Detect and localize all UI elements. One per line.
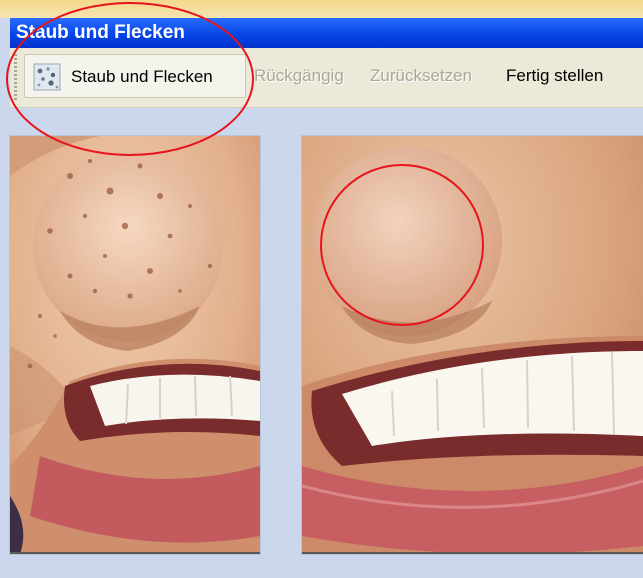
toolbar: Staub und Flecken Rückgängig Zurücksetze… (10, 48, 643, 108)
dust-spots-filter-icon (33, 63, 61, 91)
toolbar-grip[interactable] (14, 54, 17, 100)
reset-button[interactable]: Zurücksetzen (370, 54, 472, 98)
after-image-border (302, 552, 643, 554)
dialog-title: Staub und Flecken (16, 22, 185, 43)
dust-and-spots-label: Staub und Flecken (71, 67, 213, 86)
dialog-title-bar: Staub und Flecken (10, 18, 643, 48)
undo-button[interactable]: Rückgängig (254, 54, 344, 98)
before-image-border (10, 552, 260, 554)
after-preview-image (302, 136, 643, 554)
finish-button[interactable]: Fertig stellen (506, 54, 603, 98)
dust-and-spots-button[interactable]: Staub und Flecken (24, 54, 246, 98)
before-preview-image (10, 136, 260, 554)
top-strip (0, 0, 643, 18)
